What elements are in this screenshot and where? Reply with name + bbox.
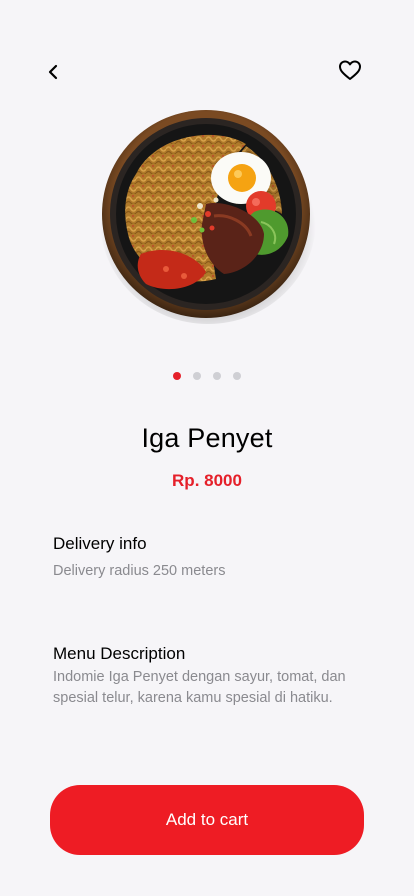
carousel-dot[interactable] <box>173 372 181 380</box>
add-to-cart-button[interactable]: Add to cart <box>50 785 364 855</box>
back-button[interactable] <box>42 60 66 84</box>
carousel-dot[interactable] <box>213 372 221 380</box>
favorite-button[interactable] <box>337 58 363 82</box>
chevron-left-icon <box>48 64 58 80</box>
carousel-dot[interactable] <box>233 372 241 380</box>
noodle-plate-image <box>96 104 318 326</box>
image-carousel-dots <box>0 372 414 380</box>
product-name: Iga Penyet <box>141 423 273 453</box>
menu-description-heading: Menu Description <box>53 644 186 663</box>
heart-outline-icon <box>339 60 361 80</box>
delivery-info-text: Delivery radius 250 meters <box>53 563 226 579</box>
product-price: Rp. 8000 <box>172 471 242 490</box>
menu-description-text: Indomie Iga Penyet dengan sayur, tomat, … <box>53 669 346 706</box>
delivery-info-heading: Delivery info <box>53 534 147 553</box>
carousel-dot[interactable] <box>193 372 201 380</box>
product-detail-screen: Iga Penyet Rp. 8000 Delivery info Delive… <box>0 0 414 896</box>
